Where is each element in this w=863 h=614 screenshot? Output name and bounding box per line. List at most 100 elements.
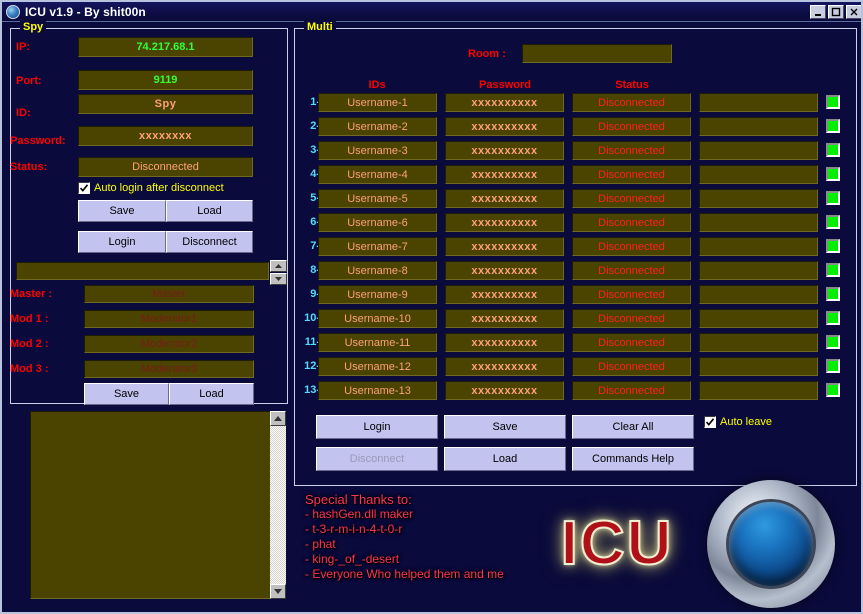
command-input[interactable] [16, 262, 269, 280]
row-status-led [826, 335, 840, 349]
mod3-field[interactable]: Moderator3 [84, 360, 254, 378]
room-field[interactable] [522, 44, 672, 63]
checkbox-icon[interactable] [704, 416, 716, 428]
multi-save-button[interactable]: Save [444, 415, 566, 439]
row-id-field[interactable]: Username-6 [318, 213, 437, 232]
row-id-field[interactable]: Username-8 [318, 261, 437, 280]
row-password-field[interactable]: xxxxxxxxxx [445, 237, 564, 256]
app-window: ICU v1.9 - By shit00n Spy IP: 74.217.68.… [0, 0, 863, 614]
row-password-field[interactable]: xxxxxxxxxx [445, 261, 564, 280]
ip-label: IP: [16, 41, 31, 53]
orb-graphic [707, 480, 835, 608]
spy-save-button[interactable]: Save [78, 200, 166, 222]
spy-load-button[interactable]: Load [166, 200, 253, 222]
multi-group-caption: Multi [304, 21, 336, 33]
multi-disconnect-button[interactable]: Disconnect [316, 447, 438, 471]
multi-load-button[interactable]: Load [444, 447, 566, 471]
row-status-led [826, 143, 840, 157]
spy-login-button[interactable]: Login [78, 231, 166, 253]
scroll-up-icon[interactable] [270, 411, 286, 426]
row-id-field[interactable]: Username-12 [318, 357, 437, 376]
row-extra-field[interactable] [699, 285, 818, 304]
row-extra-field[interactable] [699, 93, 818, 112]
row-password-field[interactable]: xxxxxxxxxx [445, 93, 564, 112]
spinner-up-icon[interactable] [270, 260, 287, 272]
row-password-field[interactable]: xxxxxxxxxx [445, 381, 564, 400]
mod2-field[interactable]: Moderator2 [84, 335, 254, 353]
row-id-field[interactable]: Username-7 [318, 237, 437, 256]
row-id-field[interactable]: Username-2 [318, 117, 437, 136]
port-field[interactable]: 9119 [78, 70, 253, 90]
row-password-field[interactable]: xxxxxxxxxx [445, 117, 564, 136]
row-number: 6- [310, 216, 320, 228]
row-id-field[interactable]: Username-3 [318, 141, 437, 160]
row-extra-field[interactable] [699, 141, 818, 160]
multi-login-button[interactable]: Login [316, 415, 438, 439]
auto-leave-checkbox[interactable]: Auto leave [704, 416, 772, 428]
close-button[interactable] [846, 4, 861, 19]
row-extra-field[interactable] [699, 357, 818, 376]
row-extra-field[interactable] [699, 333, 818, 352]
row-password-field[interactable]: xxxxxxxxxx [445, 309, 564, 328]
ip-field[interactable]: 74.217.68.1 [78, 37, 253, 57]
command-spinner[interactable] [270, 260, 287, 285]
log-scrollbar[interactable] [270, 411, 286, 599]
maximize-button[interactable] [828, 4, 844, 19]
row-number: 11- [304, 336, 320, 348]
mod3-label: Mod 3 : [10, 363, 49, 375]
row-extra-field[interactable] [699, 117, 818, 136]
minimize-button[interactable] [810, 4, 826, 19]
thanks-line: - t-3-r-m-i-n-4-t-0-r [305, 522, 403, 536]
row-extra-field[interactable] [699, 213, 818, 232]
row-extra-field[interactable] [699, 165, 818, 184]
row-status-field: Disconnected [572, 189, 691, 208]
row-id-field[interactable]: Username-5 [318, 189, 437, 208]
row-password-field[interactable]: xxxxxxxxxx [445, 213, 564, 232]
row-id-field[interactable]: Username-10 [318, 309, 437, 328]
window-title: ICU v1.9 - By shit00n [25, 4, 146, 19]
row-id-field[interactable]: Username-4 [318, 165, 437, 184]
row-status-led [826, 311, 840, 325]
row-status-field: Disconnected [572, 213, 691, 232]
row-status-led [826, 119, 840, 133]
spinner-down-icon[interactable] [270, 273, 287, 285]
row-password-field[interactable]: xxxxxxxxxx [445, 285, 564, 304]
row-id-field[interactable]: Username-13 [318, 381, 437, 400]
row-extra-field[interactable] [699, 189, 818, 208]
auto-login-checkbox[interactable]: Auto login after disconnect [78, 182, 224, 194]
thanks-line: - Everyone Who helped them and me [305, 567, 504, 581]
row-status-field: Disconnected [572, 357, 691, 376]
staff-save-button[interactable]: Save [84, 383, 169, 405]
multi-clear-all-button[interactable]: Clear All [572, 415, 694, 439]
row-password-field[interactable]: xxxxxxxxxx [445, 165, 564, 184]
scroll-down-icon[interactable] [270, 584, 286, 599]
master-field[interactable]: Master [84, 285, 254, 303]
app-orb-icon [6, 4, 20, 19]
row-password-field[interactable]: xxxxxxxxxx [445, 333, 564, 352]
spy-disconnect-button[interactable]: Disconnect [166, 231, 253, 253]
mod2-label: Mod 2 : [10, 338, 49, 350]
spy-id-field[interactable]: Spy [78, 94, 253, 114]
row-status-led [826, 167, 840, 181]
row-status-led [826, 359, 840, 373]
staff-load-button[interactable]: Load [169, 383, 254, 405]
thanks-line: - phat [305, 537, 336, 551]
row-id-field[interactable]: Username-11 [318, 333, 437, 352]
row-id-field[interactable]: Username-9 [318, 285, 437, 304]
row-password-field[interactable]: xxxxxxxxxx [445, 189, 564, 208]
row-extra-field[interactable] [699, 261, 818, 280]
row-extra-field[interactable] [699, 309, 818, 328]
multi-commands-help-button[interactable]: Commands Help [572, 447, 694, 471]
master-label: Master : [10, 288, 53, 300]
row-id-field[interactable]: Username-1 [318, 93, 437, 112]
row-password-field[interactable]: xxxxxxxxxx [445, 141, 564, 160]
log-textarea[interactable] [30, 411, 282, 599]
checkbox-icon[interactable] [78, 182, 90, 194]
icu-logo: ICU [560, 508, 674, 579]
spy-password-field[interactable]: xxxxxxxx [78, 126, 253, 146]
mod1-field[interactable]: Moderator1 [84, 310, 254, 328]
column-header-status: Status [615, 79, 649, 91]
row-extra-field[interactable] [699, 237, 818, 256]
row-extra-field[interactable] [699, 381, 818, 400]
row-password-field[interactable]: xxxxxxxxxx [445, 357, 564, 376]
